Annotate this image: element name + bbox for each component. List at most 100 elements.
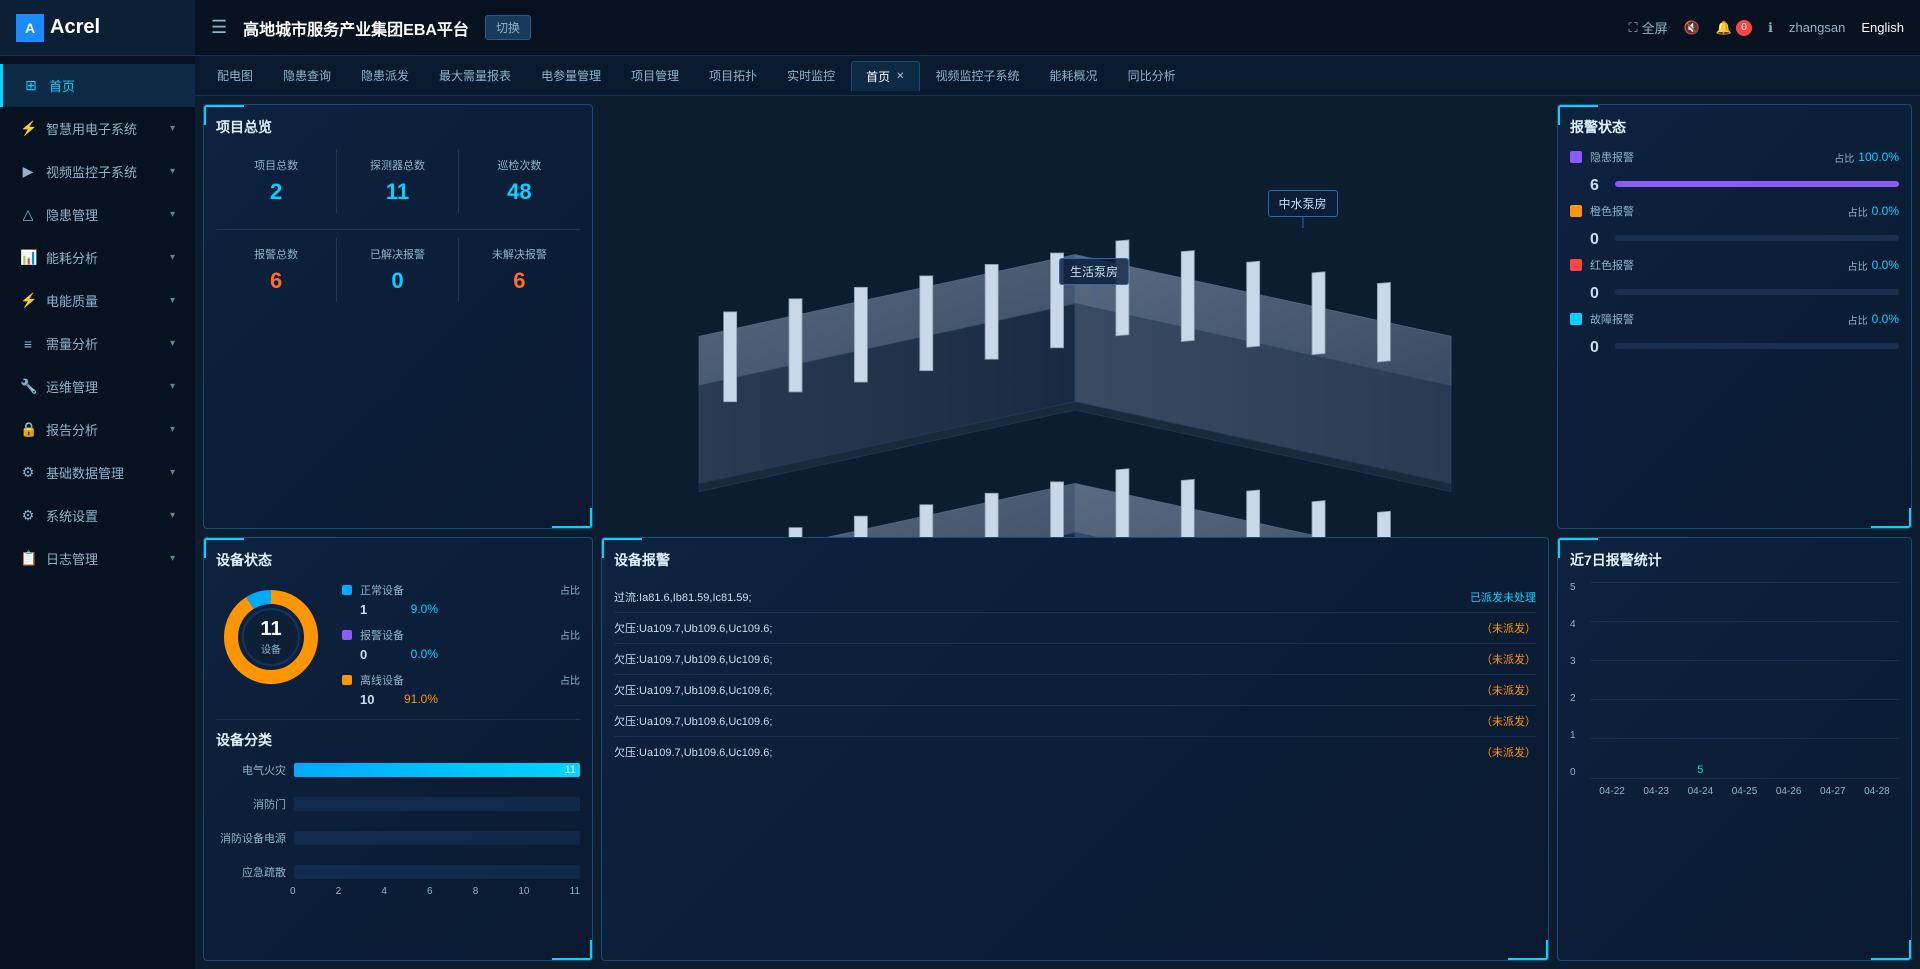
hbar-electrical: 电气火灾 11 <box>216 762 580 778</box>
sidebar: A Acrel ⊞ 首页 ⚡ 智慧用电子系统 ▾ ▶ 视频监控子系统 ▾ △ 隐… <box>0 0 195 969</box>
bar-group-2: 5 <box>1690 764 1710 778</box>
chevron-down-icon: ▾ <box>170 295 175 306</box>
stats-row-2: 报警总数 6 已解决报警 0 未解决报警 6 <box>216 238 580 302</box>
hbar-container: 电气火灾 11 消防门 消防设备电源 <box>216 762 580 880</box>
emergency-track <box>294 865 580 879</box>
panel-corner-br2 <box>590 508 592 528</box>
alert-status-title: 报警状态 <box>1570 117 1899 137</box>
device-alarms-panel: 设备报警 过流:Ia81.6,Ib81.59,Ic81.59; 已派发未处理 欠… <box>601 537 1549 962</box>
legend-alarm: 报警设备 占比 <box>342 627 580 643</box>
logs-icon: 📋 <box>20 550 36 567</box>
stats-divider <box>216 229 580 230</box>
menu-icon[interactable]: ☰ <box>211 17 227 38</box>
legend-offline-values: 10 91.0% <box>360 692 580 707</box>
orange-bar-container <box>1615 235 1899 241</box>
bar-chart-container: 5 4 3 2 1 0 <box>1570 582 1899 802</box>
fault-dot <box>1570 313 1582 325</box>
chevron-down-icon: ▾ <box>170 252 175 263</box>
language-selector[interactable]: English <box>1861 20 1904 35</box>
alert-orange-row: 橙色报警 占比 0.0% <box>1570 203 1899 219</box>
topbar-right: ⛶ 全屏 🔇 🔔 0 ℹ zhangsan English <box>1629 18 1904 37</box>
alarm-row-1: 欠压:Ua109.7,Ub109.6,Uc109.6; （未派发） <box>614 613 1536 644</box>
alert-hazard-row: 隐患报警 占比 100.0% <box>1570 149 1899 165</box>
chevron-down-icon: ▾ <box>170 424 175 435</box>
sidebar-item-power-quality[interactable]: ⚡ 电能质量 ▾ <box>0 279 195 322</box>
alert-status-panel: 报警状态 隐患报警 占比 100.0% 6 <box>1557 104 1912 529</box>
fire-door-track <box>294 797 580 811</box>
nav-tabs: 配电图 隐患查询 隐患派发 最大需量报表 电参量管理 项目管理 项目拓扑 实时监… <box>195 56 1920 96</box>
panel-corner-br2 <box>590 940 592 960</box>
hbar-fire-power: 消防设备电源 <box>216 830 580 846</box>
device-category-section: 设备分类 电气火灾 11 消防门 <box>216 719 580 897</box>
fullscreen-button[interactable]: ⛶ 全屏 <box>1629 18 1668 37</box>
alert-hazard-section: 隐患报警 占比 100.0% 6 <box>1570 149 1899 195</box>
panel-corner-br2 <box>1909 508 1911 528</box>
normal-dot <box>342 585 352 595</box>
sidebar-item-energy[interactable]: 📊 能耗分析 ▾ <box>0 236 195 279</box>
red-bar-container <box>1615 289 1899 295</box>
tab-realtime-monitor[interactable]: 实时监控 <box>773 61 849 90</box>
electrical-track: 11 <box>294 763 580 777</box>
fire-power-track <box>294 831 580 845</box>
tab-energy-overview[interactable]: 能耗概况 <box>1036 61 1112 90</box>
sidebar-item-hazard[interactable]: △ 隐患管理 ▾ <box>0 193 195 236</box>
sidebar-logo: A Acrel <box>0 0 195 56</box>
tab-home[interactable]: 首页 ✕ <box>851 61 919 91</box>
electrical-fill: 11 <box>294 763 580 777</box>
report-icon: 🔒 <box>20 421 36 438</box>
sidebar-item-maintenance[interactable]: 🔧 运维管理 ▾ <box>0 365 195 408</box>
stat-detector-count: 探测器总数 11 <box>337 149 458 213</box>
hbar-emergency: 应急疏散 <box>216 864 580 880</box>
legend-offline: 离线设备 占比 <box>342 672 580 688</box>
help-button[interactable]: ℹ <box>1768 20 1773 36</box>
x-axis: 04-22 04-23 04-24 04-25 04-26 04-27 04-2… <box>1590 782 1899 802</box>
tab-elec-params[interactable]: 电参量管理 <box>527 61 615 90</box>
tab-hazard-query[interactable]: 隐患查询 <box>269 61 345 90</box>
panel-corner-br <box>552 526 592 528</box>
mute-button[interactable]: 🔇 <box>1684 20 1700 36</box>
seven-day-title: 近7日报警统计 <box>1570 550 1899 570</box>
panel-corner-br <box>1871 526 1911 528</box>
sidebar-item-electrical[interactable]: ⚡ 智慧用电子系统 ▾ <box>0 107 195 150</box>
sidebar-nav: ⊞ 首页 ⚡ 智慧用电子系统 ▾ ▶ 视频监控子系统 ▾ △ 隐患管理 ▾ 📊 … <box>0 56 195 969</box>
sidebar-item-video[interactable]: ▶ 视频监控子系统 ▾ <box>0 150 195 193</box>
tab-hazard-dispatch[interactable]: 隐患派发 <box>347 61 423 90</box>
tab-comparison[interactable]: 同比分析 <box>1114 61 1190 90</box>
red-dot <box>1570 259 1582 271</box>
sidebar-item-settings[interactable]: ⚙ 系统设置 ▾ <box>0 494 195 537</box>
tab-close-icon[interactable]: ✕ <box>896 71 904 82</box>
fullscreen-icon: ⛶ <box>1629 20 1638 36</box>
maintenance-icon: 🔧 <box>20 378 36 395</box>
sidebar-item-base-data[interactable]: ⚙ 基础数据管理 ▾ <box>0 451 195 494</box>
logo-icon: A <box>16 14 44 42</box>
username-label: zhangsan <box>1789 20 1845 35</box>
device-status-content: 11 设备 正常设备 占比 1 9.0% <box>216 582 580 707</box>
switch-button[interactable]: 切换 <box>485 15 531 40</box>
chevron-down-icon: ▾ <box>170 166 175 177</box>
tab-project-mgmt[interactable]: 项目管理 <box>617 61 693 90</box>
sidebar-item-logs[interactable]: 📋 日志管理 ▾ <box>0 537 195 580</box>
alert-red-section: 红色报警 占比 0.0% 0 <box>1570 257 1899 303</box>
power-icon: ⚡ <box>20 292 36 309</box>
label-water-pump: 中水泵房 <box>1268 190 1338 217</box>
legend-alarm-values: 0 0.0% <box>360 647 580 662</box>
chevron-down-icon: ▾ <box>170 467 175 478</box>
label-living-pump: 生活泵房 <box>1059 258 1129 285</box>
sidebar-item-home[interactable]: ⊞ 首页 <box>0 64 195 107</box>
chevron-down-icon: ▾ <box>170 123 175 134</box>
tab-max-demand[interactable]: 最大需量报表 <box>425 61 525 90</box>
project-overview-panel: 项目总览 项目总数 2 探测器总数 11 巡检次数 48 报警总数 <box>203 104 593 529</box>
fault-bar-container <box>1615 343 1899 349</box>
tab-project-topology[interactable]: 项目拓扑 <box>695 61 771 90</box>
alarm-row-3: 欠压:Ua109.7,Ub109.6,Uc109.6; （未派发） <box>614 675 1536 706</box>
device-legend: 正常设备 占比 1 9.0% 报警设备 占比 <box>342 582 580 707</box>
device-alarms-title: 设备报警 <box>614 550 1536 570</box>
electrical-icon: ⚡ <box>20 120 36 137</box>
tab-video-system[interactable]: 视频监控子系统 <box>922 61 1034 90</box>
main-area: ☰ 高地城市服务产业集团EBA平台 切换 ⛶ 全屏 🔇 🔔 0 ℹ zhangs… <box>195 0 1920 969</box>
panel-corner-br2 <box>1909 940 1911 960</box>
tab-distribution[interactable]: 配电图 <box>203 61 267 90</box>
sidebar-item-report[interactable]: 🔒 报告分析 ▾ <box>0 408 195 451</box>
notification-button[interactable]: 🔔 0 <box>1716 20 1752 36</box>
sidebar-item-demand[interactable]: ≡ 需量分析 ▾ <box>0 322 195 365</box>
